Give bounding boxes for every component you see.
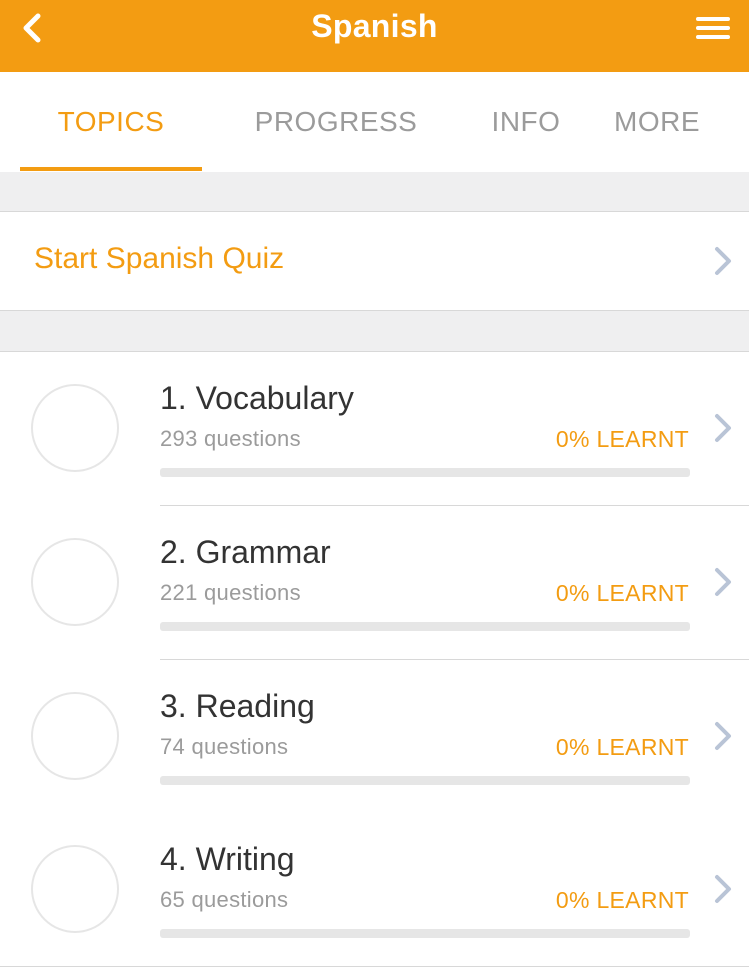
start-quiz-label: Start Spanish Quiz <box>34 242 285 275</box>
hamburger-menu-icon <box>696 17 730 39</box>
topic-progress-circle <box>31 845 119 933</box>
start-quiz-row[interactable]: Start Spanish Quiz <box>0 212 749 310</box>
topic-progress-bar <box>160 622 690 631</box>
topic-progress-circle <box>31 538 119 626</box>
topic-progress-bar <box>160 929 690 938</box>
topic-title: 4. Writing <box>160 841 295 877</box>
topic-item-vocabulary[interactable]: 1. Vocabulary 293 questions 0% LEARNT <box>0 352 749 506</box>
app-screen: Spanish TOPICS PROGRESS INFO MORE Start … <box>0 0 749 967</box>
topic-question-count: 221 questions <box>160 580 301 605</box>
topic-question-count: 65 questions <box>160 887 289 912</box>
page-title: Spanish <box>311 8 438 44</box>
menu-button[interactable] <box>691 8 735 48</box>
topic-learnt-status: 0% LEARNT <box>555 580 689 606</box>
tab-more[interactable]: MORE <box>600 72 714 172</box>
section-spacer <box>0 172 749 212</box>
active-tab-indicator <box>20 167 202 171</box>
header-bar: Spanish <box>0 0 749 72</box>
chevron-right-icon <box>715 414 731 442</box>
tab-bar: TOPICS PROGRESS INFO MORE <box>0 72 749 172</box>
topic-question-count: 74 questions <box>160 734 289 759</box>
topic-progress-circle <box>31 692 119 780</box>
chevron-right-icon <box>715 247 731 275</box>
topic-learnt-status: 0% LEARNT <box>555 426 689 452</box>
chevron-right-icon <box>715 722 731 750</box>
section-spacer <box>0 310 749 352</box>
topic-title: 1. Vocabulary <box>160 380 354 416</box>
topic-progress-circle <box>31 384 119 472</box>
tab-info[interactable]: INFO <box>466 72 586 172</box>
topic-learnt-status: 0% LEARNT <box>555 887 689 913</box>
topic-progress-bar <box>160 468 690 477</box>
topic-learnt-status: 0% LEARNT <box>555 734 689 760</box>
topic-title: 3. Reading <box>160 688 315 724</box>
chevron-right-icon <box>715 875 731 903</box>
topic-title: 2. Grammar <box>160 534 331 570</box>
topic-item-grammar[interactable]: 2. Grammar 221 questions 0% LEARNT <box>0 506 749 660</box>
tab-progress[interactable]: PROGRESS <box>236 72 436 172</box>
chevron-right-icon <box>715 568 731 596</box>
topic-progress-bar <box>160 776 690 785</box>
tab-topics[interactable]: TOPICS <box>20 72 202 172</box>
topic-item-writing[interactable]: 4. Writing 65 questions 0% LEARNT <box>0 813 749 967</box>
topic-question-count: 293 questions <box>160 426 301 451</box>
topic-item-reading[interactable]: 3. Reading 74 questions 0% LEARNT <box>0 660 749 814</box>
